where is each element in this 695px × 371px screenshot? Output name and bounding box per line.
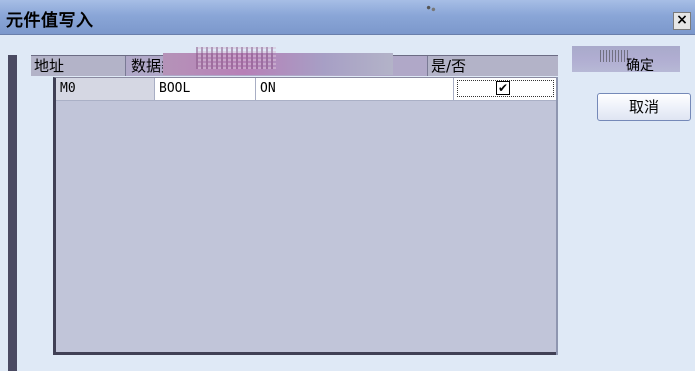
cancel-button[interactable]: 取消: [597, 93, 691, 121]
close-button[interactable]: ×: [673, 12, 691, 30]
header-render-noise: [196, 47, 276, 69]
cell-value[interactable]: ON: [256, 78, 454, 100]
element-value-write-dialog: 元件值写入 × 地址 数据类型 是/否 M0 BOOL ON ✔ 确定 取消: [0, 0, 695, 371]
column-header-yes-no[interactable]: 是/否: [428, 56, 558, 76]
cell-data-type[interactable]: BOOL: [155, 78, 256, 100]
left-border: [8, 55, 17, 371]
table-right-edge: [556, 77, 558, 355]
column-header-address[interactable]: 地址: [31, 56, 126, 76]
table-body: M0 BOOL ON ✔: [53, 77, 558, 355]
cell-address[interactable]: M0: [56, 78, 155, 100]
dialog-title: 元件值写入: [6, 11, 94, 31]
title-bar: 元件值写入 ×: [0, 0, 695, 35]
title-artifact: [425, 4, 437, 13]
focus-rectangle: [457, 80, 554, 97]
table-row[interactable]: M0 BOOL ON ✔: [56, 78, 558, 101]
ok-button[interactable]: 确定: [626, 55, 654, 75]
